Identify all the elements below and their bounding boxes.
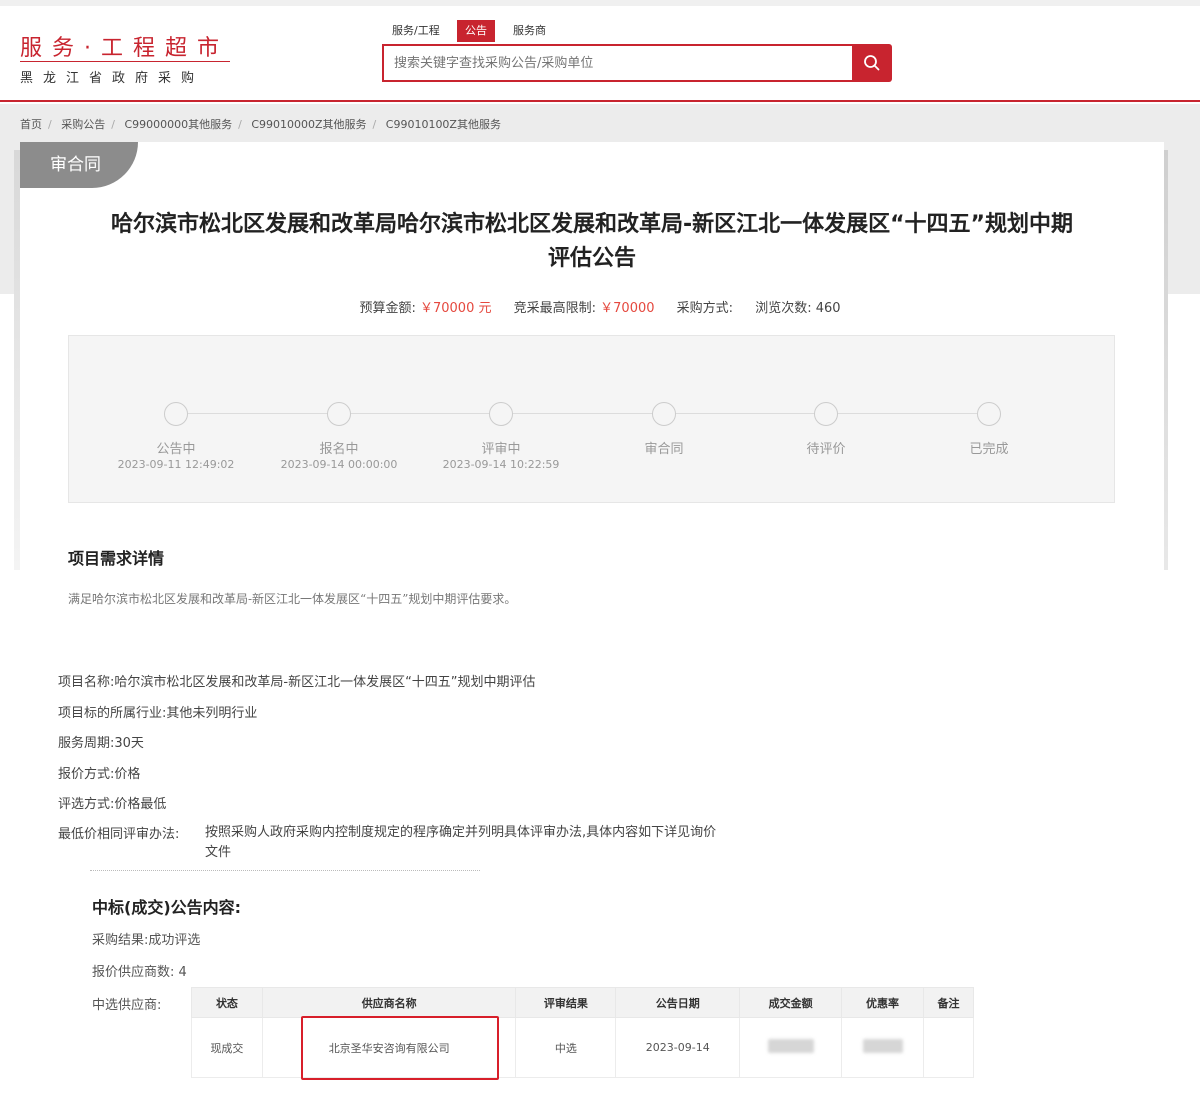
breadcrumb-announcements[interactable]: 采购公告 — [61, 118, 105, 131]
redacted-amount — [767, 1039, 814, 1053]
logo-divider — [20, 61, 230, 62]
progress-step-date: 2023-09-14 10:22:59 — [442, 458, 560, 471]
progress-step-dot — [489, 402, 513, 426]
progress-step-label: 评审中 — [481, 442, 521, 457]
lowest-price-rule-label: 最低价相同评审办法: — [58, 827, 180, 842]
search-button[interactable] — [852, 44, 892, 82]
page-title: 哈尔滨市松北区发展和改革局哈尔滨市松北区发展和改革局-新区江北一体发展区“十四五… — [110, 212, 1074, 271]
search-tab-announcement[interactable]: 公告 — [457, 20, 495, 42]
breadcrumb-separator: / — [48, 118, 52, 131]
progress-step-label: 公告中 — [156, 442, 196, 457]
cell-status: 现成交 — [191, 1017, 263, 1078]
column-header: 状态 — [191, 987, 263, 1018]
cell-discount — [841, 1017, 924, 1078]
selected-supplier-label: 中选供应商: — [92, 998, 162, 1013]
divider — [90, 870, 480, 873]
max-limit-label: 竞采最高限制: — [513, 301, 597, 316]
progress-step-dot — [814, 402, 838, 426]
column-header: 公告日期 — [615, 987, 741, 1018]
progress-step-label: 报名中 — [319, 442, 359, 457]
views-value: 460 — [815, 301, 841, 316]
evaluation-method: 评选方式:价格最低 — [58, 797, 167, 812]
cell-amount — [739, 1017, 843, 1078]
lowest-price-rule-text: 按照采购人政府采购内控制度规定的程序确定并列明具体评审办法,具体内容如下详见询价… — [205, 825, 717, 860]
breadcrumb-home[interactable]: 首页 — [20, 118, 42, 131]
progress-step-dot — [327, 402, 351, 426]
breadcrumb-separator: / — [238, 118, 242, 131]
budget-value: ￥70000 元 — [419, 301, 492, 316]
requirement-description: 满足哈尔滨市松北区发展和改革局-新区江北一体发展区“十四五”规划中期评估要求。 — [68, 592, 517, 606]
search-tab-provider[interactable]: 服务商 — [505, 20, 554, 42]
cell-review-result: 中选 — [515, 1017, 617, 1078]
breadcrumb-category-2[interactable]: C99010000Z其他服务 — [251, 118, 366, 131]
budget-label: 预算金额: — [359, 301, 416, 316]
progress-step-dot — [164, 402, 188, 426]
breadcrumb: 首页 / 采购公告 / C99000000其他服务 / C99010000Z其他服务 /… — [20, 116, 507, 132]
site-logo-title[interactable]: 服务·工程超市 — [20, 30, 229, 62]
table-header-row: 状态 供应商名称 评审结果 公告日期 成交金额 优惠率 备注 — [191, 987, 974, 1018]
cell-announce-date: 2023-09-14 — [615, 1017, 741, 1078]
requirement-heading: 项目需求详情 — [68, 549, 165, 568]
progress-step-label: 审合同 — [644, 442, 684, 457]
breadcrumb-separator: / — [372, 118, 377, 131]
service-period: 服务周期:30天 — [58, 736, 144, 751]
supplier-count: 报价供应商数: 4 — [92, 965, 187, 980]
quote-method: 报价方式:价格 — [58, 767, 141, 782]
search-input[interactable] — [382, 44, 854, 82]
redacted-discount — [862, 1039, 903, 1053]
column-header: 供应商名称 — [261, 987, 517, 1018]
progress-step-dot — [977, 402, 1001, 426]
announcement-meta: 预算金额: ￥70000 元 竞采最高限制: ￥70000 采购方式: 浏览次数… — [0, 297, 1200, 316]
purchase-result: 采购结果:成功评选 — [92, 933, 201, 948]
breadcrumb-separator: / — [111, 118, 115, 131]
max-limit-value: ￥70000 — [600, 301, 655, 316]
award-heading: 中标(成交)公告内容: — [92, 898, 242, 917]
project-name: 项目名称:哈尔滨市松北区发展和改革局-新区江北一体发展区“十四五”规划中期评估 — [58, 675, 536, 690]
purchase-method-label: 采购方式: — [676, 301, 734, 316]
highlight-box — [301, 1016, 499, 1080]
progress-step-dot — [652, 402, 676, 426]
progress-panel — [68, 335, 1115, 503]
cell-note — [923, 1017, 974, 1078]
progress-step-label: 已完成 — [969, 442, 1009, 457]
column-header: 评审结果 — [515, 987, 617, 1018]
progress-step-label: 待评价 — [806, 442, 846, 457]
breadcrumb-category-3[interactable]: C99010100Z其他服务 — [386, 118, 501, 131]
column-header: 优惠率 — [841, 987, 924, 1018]
progress-step-date: 2023-09-11 12:49:02 — [117, 458, 235, 471]
site-logo-subtitle: 黑龙江省政府采购 — [20, 71, 205, 86]
breadcrumb-category-1[interactable]: C99000000其他服务 — [124, 118, 232, 131]
search-tab-service[interactable]: 服务/工程 — [384, 20, 448, 42]
column-header: 成交金额 — [739, 987, 843, 1018]
views-label: 浏览次数: — [755, 301, 812, 316]
project-industry: 项目标的所属行业:其他未列明行业 — [58, 706, 258, 721]
search-icon — [864, 55, 880, 71]
column-header: 备注 — [923, 987, 974, 1018]
progress-track — [188, 413, 977, 414]
progress-step-date: 2023-09-14 00:00:00 — [280, 458, 398, 471]
